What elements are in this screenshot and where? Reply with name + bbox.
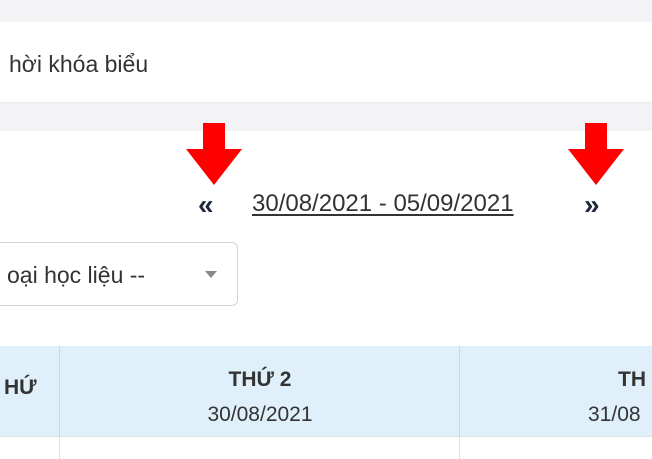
material-type-select[interactable]: oại học liệu -- — [0, 242, 238, 306]
column-divider — [59, 437, 60, 459]
caret-down-icon — [205, 271, 217, 278]
header-day-label: THỨ 2 — [228, 368, 292, 391]
top-strip — [0, 0, 652, 22]
header-cell-tuesday: TH 31/08 — [459, 346, 652, 436]
header-day-label: TH — [618, 368, 646, 391]
header-date-label: 31/08 — [588, 403, 641, 426]
page-title: hời khóa biểu — [9, 51, 149, 77]
week-range-link[interactable]: 30/08/2021 - 05/09/2021 — [252, 190, 514, 218]
table-header-row: HỨ THỨ 2 30/08/2021 TH 31/08 — [0, 346, 652, 436]
page-header: hời khóa biểu — [0, 22, 652, 103]
table-row — [0, 436, 652, 459]
header-day-label: HỨ — [4, 376, 37, 399]
previous-week-button[interactable]: « — [198, 188, 214, 222]
schedule-table: HỨ THỨ 2 30/08/2021 TH 31/08 — [0, 346, 652, 459]
next-week-button[interactable]: » — [584, 188, 600, 222]
section-divider — [0, 103, 652, 131]
red-arrow-down-icon — [568, 123, 624, 185]
red-arrow-down-icon — [186, 123, 242, 185]
column-divider — [459, 437, 460, 459]
header-date-label: 30/08/2021 — [207, 403, 313, 426]
header-cell-weekday: HỨ — [0, 346, 58, 436]
header-cell-monday: THỨ 2 30/08/2021 — [59, 346, 460, 436]
select-value: oại học liệu -- — [7, 262, 146, 288]
